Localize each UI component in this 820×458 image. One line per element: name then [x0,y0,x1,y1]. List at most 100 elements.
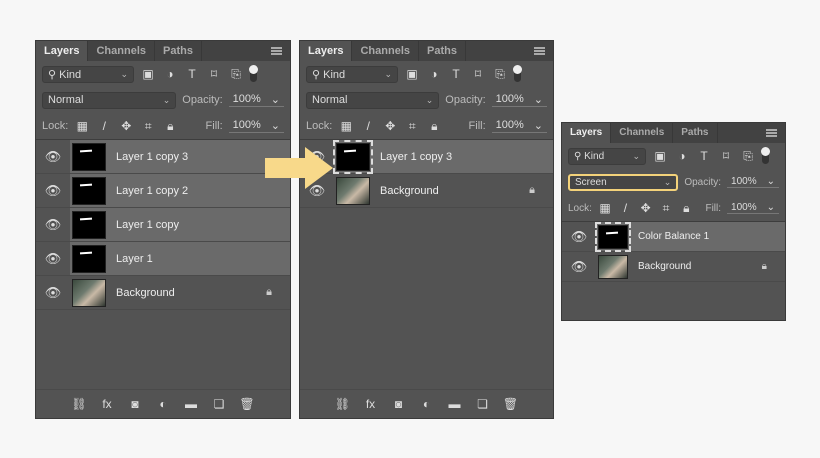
folder-icon[interactable]: ▬ [183,397,199,411]
lock-position-icon[interactable]: ✥ [639,201,653,215]
layer-body[interactable]: Background 🔒︎ [596,252,785,281]
lock-artboard-icon[interactable]: ⌗ [140,119,156,134]
fill-input[interactable]: 100% ⌄ [727,202,779,214]
layer-row[interactable]: 👁︎Layer 1 copy 3 [300,139,553,174]
smart-object-filter-icon[interactable]: ⎘ [740,149,756,164]
lock-all-icon[interactable]: 🔒︎ [162,119,178,134]
trash-icon[interactable]: 🗑 [239,397,255,411]
opacity-input[interactable]: 100% ⌄ [727,176,779,188]
visibility-eye-icon[interactable]: 👁︎ [36,285,70,301]
layer-body[interactable]: Layer 1 copy [70,208,290,241]
layer-row[interactable]: 👁︎ Background 🔒︎ [300,174,553,208]
panel-menu-icon[interactable] [271,47,282,55]
smart-object-filter-icon[interactable]: ⎘ [228,67,244,82]
blend-mode-select[interactable]: Normal ⌄ [306,91,440,109]
lock-pixels-icon[interactable]: ▦ [338,119,354,133]
layer-body[interactable]: Layer 1 copy 2 [70,174,290,207]
lock-pixels-icon[interactable]: ▦ [598,201,612,215]
visibility-eye-icon[interactable]: 👁︎ [562,229,596,245]
panel-menu-icon[interactable] [534,47,545,55]
tab-channels[interactable]: Channels [88,41,155,61]
fill-input[interactable]: 100% ⌄ [491,119,547,133]
adjustment-filter-icon[interactable]: ◑ [426,67,442,81]
tab-paths[interactable]: Paths [419,41,466,61]
layer-row[interactable]: 👁︎ Layer 1 [36,242,290,276]
filter-kind-select[interactable]: ⚲ Kind ⌄ [306,65,398,83]
layer-thumbnail [333,139,373,174]
filter-toggle[interactable] [761,147,770,164]
adjustment-filter-icon[interactable]: ◑ [674,149,690,163]
visibility-eye-icon[interactable]: 👁︎ [36,183,70,199]
shape-filter-icon[interactable]: ⌑ [470,67,486,81]
chevron-down-icon: ⌄ [766,176,775,187]
link-icon[interactable]: ⛓ [335,397,351,411]
smart-object-filter-icon[interactable]: ⎘ [492,67,508,82]
lock-artboard-icon[interactable]: ⌗ [404,119,420,134]
tab-channels[interactable]: Channels [611,123,674,143]
adjustment-icon[interactable]: ◐ [155,397,171,411]
mask-icon[interactable]: ◙ [391,397,407,411]
filter-kind-select[interactable]: ⚲ Kind ⌄ [42,65,134,83]
image-filter-icon[interactable]: ▣ [652,149,668,163]
lock-all-icon[interactable]: 🔒︎ [426,119,442,134]
lock-position-icon[interactable]: ✥ [382,119,398,133]
lock-all-icon[interactable]: 🔒︎ [679,201,693,216]
lock-pixels-icon[interactable]: ▦ [74,119,90,133]
new-layer-icon[interactable]: ❏ [475,397,491,411]
lock-brush-icon[interactable]: / [360,119,376,133]
tab-layers[interactable]: Layers [300,41,353,61]
layer-row[interactable]: 👁︎Layer 1 copy 3 [36,140,290,174]
blend-mode-select[interactable]: Normal ⌄ [42,91,177,109]
adjustment-filter-icon[interactable]: ◑ [162,67,178,81]
panel-menu-icon[interactable] [766,129,777,137]
layer-body[interactable]: Color Balance 1 [595,221,785,252]
visibility-eye-icon[interactable]: 👁︎ [36,149,70,165]
folder-icon[interactable]: ▬ [447,397,463,411]
layer-row[interactable]: 👁︎ Background 🔒︎ [562,252,785,282]
lock-brush-icon[interactable]: / [96,119,112,133]
new-layer-icon[interactable]: ❏ [211,397,227,411]
filter-toggle[interactable] [249,65,258,82]
layer-row[interactable]: 👁︎ Background 🔒︎ [36,276,290,310]
fx-icon[interactable]: fx [363,397,379,411]
image-filter-icon[interactable]: ▣ [404,67,420,81]
filter-kind-label: ⚲ Kind [48,68,82,81]
tab-layers[interactable]: Layers [36,41,89,61]
shape-filter-icon[interactable]: ⌑ [206,67,222,81]
visibility-eye-icon[interactable]: 👁︎ [562,259,596,275]
layer-row[interactable]: 👁︎ Layer 1 copy [36,208,290,242]
lock-artboard-icon[interactable]: ⌗ [659,201,673,216]
layer-thumbnail [595,221,631,252]
image-filter-icon[interactable]: ▣ [140,67,156,81]
visibility-eye-icon[interactable]: 👁︎ [36,251,70,267]
mask-icon[interactable]: ◙ [127,397,143,411]
tab-paths[interactable]: Paths [155,41,202,61]
fill-input[interactable]: 100% ⌄ [228,119,284,133]
trash-icon[interactable]: 🗑 [503,397,519,411]
link-icon[interactable]: ⛓ [71,397,87,411]
blend-mode-select[interactable]: Screen ⌄ [568,173,679,191]
tab-channels[interactable]: Channels [352,41,419,61]
layer-body[interactable]: Layer 1 [70,242,290,275]
lock-position-icon[interactable]: ✥ [118,119,134,133]
fx-icon[interactable]: fx [99,397,115,411]
visibility-eye-icon[interactable]: 👁︎ [36,217,70,233]
type-filter-icon[interactable]: T [696,149,712,163]
filter-kind-select[interactable]: ⚲ Kind ⌄ [568,147,646,165]
lock-brush-icon[interactable]: / [618,201,632,215]
filter-toggle[interactable] [513,65,522,82]
type-filter-icon[interactable]: T [448,67,464,81]
layer-body[interactable]: Layer 1 copy 3 [333,139,553,174]
opacity-input[interactable]: 100% ⌄ [228,93,284,107]
shape-filter-icon[interactable]: ⌑ [718,149,734,163]
layer-body[interactable]: Layer 1 copy 3 [70,140,290,173]
opacity-input[interactable]: 100% ⌄ [491,93,547,107]
layer-body[interactable]: Background 🔒︎ [334,174,553,207]
layer-row[interactable]: 👁︎ Layer 1 copy 2 [36,174,290,208]
type-filter-icon[interactable]: T [184,67,200,81]
tab-layers[interactable]: Layers [562,123,612,143]
layer-body[interactable]: Background 🔒︎ [70,276,290,309]
layer-row[interactable]: 👁︎ Color Balance 1 [562,221,785,252]
adjustment-icon[interactable]: ◐ [419,397,435,411]
tab-paths[interactable]: Paths [673,123,718,143]
